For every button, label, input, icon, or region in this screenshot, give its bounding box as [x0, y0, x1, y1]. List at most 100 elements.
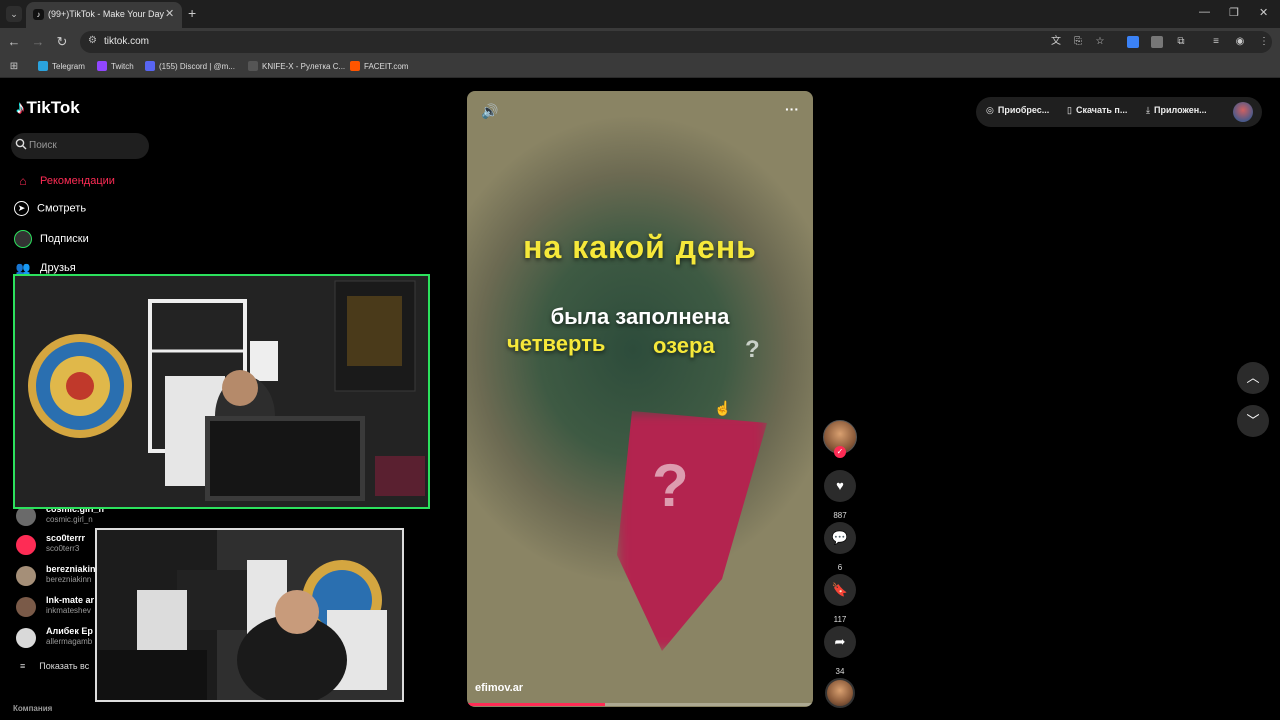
tab-search-button[interactable]: ⌄	[6, 6, 22, 22]
bookmark-item[interactable]: (155) Discord | @m...	[145, 61, 235, 71]
bookmark-favicon-icon	[350, 61, 360, 71]
bookmark-item[interactable]: FACEIT.com	[350, 61, 408, 71]
avatar	[16, 628, 36, 648]
profile-avatar[interactable]	[1233, 102, 1253, 122]
streamer-webcam-overlay	[13, 274, 430, 509]
app-label: Приложен...	[1153, 105, 1207, 115]
bookmark-icon: 🔖	[824, 574, 856, 606]
follow-check-icon[interactable]: ✓	[834, 446, 846, 458]
company-link[interactable]: Компания	[13, 704, 52, 713]
account-handle: inkmateshev	[46, 606, 91, 615]
extension-2-icon[interactable]	[1151, 36, 1163, 48]
nav-label: Смотреть	[37, 202, 87, 215]
video-red-question: ?	[652, 452, 689, 519]
site-info-icon[interactable]: ⚙	[88, 35, 97, 46]
profile-icon[interactable]: ◉	[1234, 36, 1246, 48]
video-caption-line2: была заполнена	[550, 304, 730, 329]
hand-cursor-icon: ☝	[714, 400, 732, 416]
avatar	[16, 597, 36, 617]
account-name: sco0terrr	[46, 533, 86, 543]
following-icon	[14, 230, 32, 248]
video-author[interactable]: efimov.ar	[475, 682, 523, 694]
previous-video-button[interactable]: ︿	[1237, 362, 1269, 394]
browser-tab[interactable]: ♪ (99+)TikTok - Make Your Day ✕	[26, 2, 182, 28]
chevron-down-icon: ﹀	[1246, 413, 1260, 428]
install-app-icon[interactable]: ⎘	[1072, 36, 1084, 48]
apps-grid-icon[interactable]: ⊞	[8, 61, 20, 73]
avatar	[16, 506, 36, 526]
bookmark-star-icon[interactable]: ☆	[1094, 36, 1106, 48]
minimize-icon[interactable]: —	[1199, 6, 1210, 18]
bookmark-label: FACEIT.com	[364, 62, 409, 71]
phone-icon: ▯	[1067, 105, 1072, 115]
browser-toolbar: ← → ↻ ⚙ tiktok.com 文 ⎘ ☆ ⧉ ≡ ◉ ⋮	[0, 28, 1280, 56]
browser-tab-bar: ⌄ ♪ (99+)TikTok - Make Your Day ✕ + — ❐ …	[0, 0, 1280, 28]
search-input[interactable]: Поиск	[11, 133, 149, 159]
show-all-link[interactable]: ≡ Показать вс	[20, 661, 89, 671]
app-button[interactable]: ⤓ Приложен...	[1146, 105, 1207, 116]
get-coins-button[interactable]: ◎ Приобрес...	[986, 105, 1049, 116]
bookmarks-bar: ⊞ Telegram Twitch (155) Discord | @m... KNI…	[0, 56, 1280, 78]
bookmark-favicon-icon	[97, 61, 107, 71]
save-button[interactable]: 🔖 117	[823, 574, 857, 624]
account-handle: berezniakinn	[46, 575, 92, 584]
guest-webcam-overlay	[95, 528, 404, 702]
tab-title: (99+)TikTok - Make Your Day	[48, 9, 164, 19]
show-all-label: Показать вс	[39, 661, 90, 671]
like-button[interactable]: ♥ 887	[823, 470, 857, 520]
new-tab-button[interactable]: +	[188, 5, 196, 21]
account-name: berezniakin	[46, 564, 96, 574]
tiktok-page: ♪ TikTok Поиск ⌂ Рекомендации ➤ Смотреть По…	[0, 78, 1280, 720]
back-icon[interactable]: ←	[6, 34, 22, 49]
download-label: Скачать п...	[1075, 105, 1128, 115]
compass-icon: ➤	[14, 201, 29, 216]
nav-recommendations[interactable]: ⌂ Рекомендации	[14, 172, 115, 190]
share-icon: ➦	[824, 626, 856, 658]
translate-icon[interactable]: 文	[1050, 36, 1062, 48]
bookmark-label: Twitch	[111, 62, 134, 71]
search-icon	[15, 138, 29, 152]
share-button[interactable]: ➦ 34	[823, 626, 857, 676]
address-bar[interactable]: ⚙ tiktok.com 文 ⎘ ☆	[80, 31, 1272, 53]
video-player[interactable]: ? на какой день была заполнена четверть …	[467, 91, 813, 707]
bookmark-item[interactable]: KNIFE-X - Рулетка С...	[248, 61, 345, 71]
url-text[interactable]: tiktok.com	[104, 36, 149, 47]
comment-count: 6	[837, 563, 843, 572]
download-button[interactable]: ▯ Скачать п...	[1067, 105, 1127, 116]
video-caption-line1: на какой день	[523, 229, 757, 265]
coin-icon: ◎	[986, 105, 994, 115]
comment-button[interactable]: 💬 6	[823, 522, 857, 572]
avatar	[16, 566, 36, 586]
tab-close-icon[interactable]: ✕	[165, 7, 174, 20]
share-count: 34	[835, 667, 845, 676]
more-options-icon[interactable]: ···	[785, 101, 799, 117]
tiktok-logo[interactable]: ♪ TikTok	[16, 98, 80, 118]
save-count: 117	[833, 615, 847, 624]
account-name: Ink-mate ar	[46, 595, 95, 605]
music-disc[interactable]	[825, 678, 855, 708]
forward-icon[interactable]: →	[30, 34, 46, 49]
download-arrow-icon: ⤓	[1146, 105, 1150, 115]
extension-icon[interactable]	[1127, 36, 1139, 48]
account-handle: sco0terr3	[46, 544, 80, 553]
extensions-puzzle-icon[interactable]: ⧉	[1175, 36, 1187, 48]
next-video-button[interactable]: ﹀	[1237, 405, 1269, 437]
bookmark-item[interactable]: Twitch	[97, 61, 134, 71]
bookmark-favicon-icon	[248, 61, 258, 71]
video-caption-line4: озера	[653, 333, 715, 358]
close-window-icon[interactable]: ✕	[1259, 6, 1268, 19]
browser-menu-icon[interactable]: ⋮	[1258, 36, 1270, 48]
bookmark-item[interactable]: Telegram	[38, 61, 85, 71]
heart-icon: ♥	[824, 470, 856, 502]
nav-following[interactable]: Подписки	[14, 230, 89, 248]
bookmark-label: KNIFE-X - Рулетка С...	[262, 62, 346, 71]
restore-icon[interactable]: ❐	[1229, 6, 1239, 19]
media-controls-icon[interactable]: ≡	[1210, 36, 1222, 48]
volume-icon[interactable]: 🔊	[481, 103, 498, 120]
reload-icon[interactable]: ↻	[54, 34, 70, 50]
video-progress-bar[interactable]	[467, 703, 813, 706]
nav-explore[interactable]: ➤ Смотреть	[14, 201, 86, 216]
account-handle: cosmic.girl_n	[46, 515, 93, 524]
nav-label: Друзья	[40, 261, 76, 274]
home-icon: ⌂	[19, 174, 27, 188]
